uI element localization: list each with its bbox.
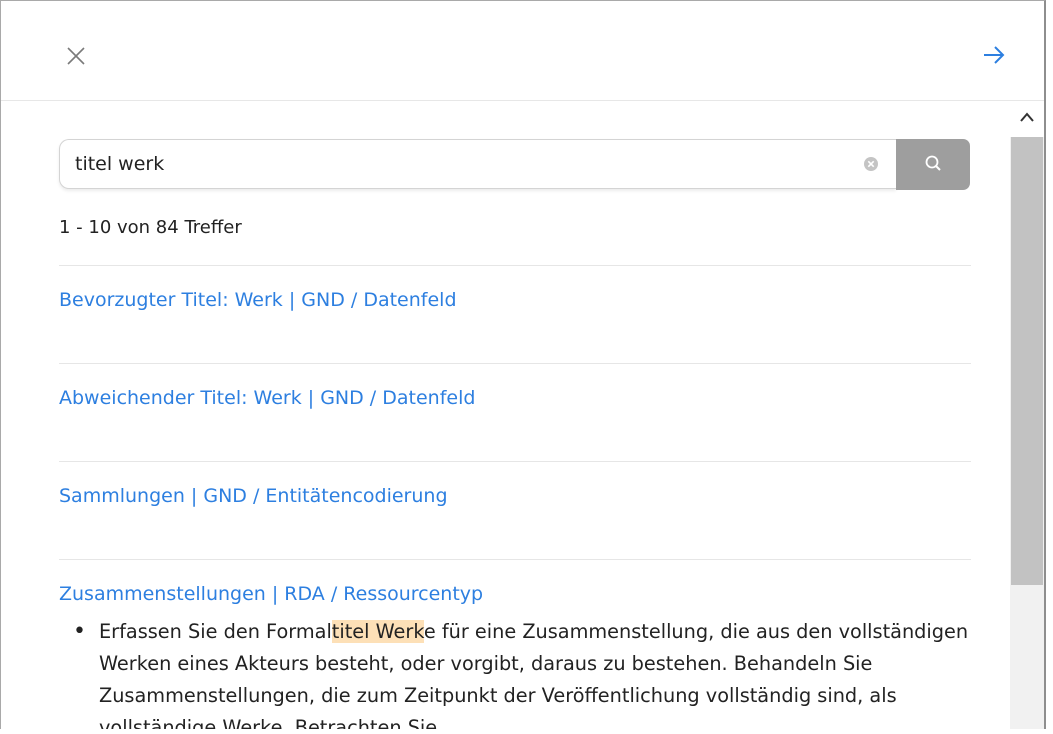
result-link[interactable]: Bevorzugter Titel: Werk | GND / Datenfel… xyxy=(59,289,457,311)
panel-header xyxy=(1,1,1044,101)
chevron-up-icon xyxy=(1020,112,1034,122)
result-link[interactable]: Sammlungen | GND / Entitätencodierung xyxy=(59,485,448,507)
result-snippet: • Erfassen Sie den Formaltitel Werke für … xyxy=(73,616,979,729)
bullet-icon: • xyxy=(73,619,86,644)
list-item: Zusammenstellungen | RDA / Ressourcentyp… xyxy=(59,559,971,729)
results-list: Bevorzugter Titel: Werk | GND / Datenfel… xyxy=(59,265,971,729)
scroll-track[interactable] xyxy=(1010,137,1044,729)
list-item: Sammlungen | GND / Entitätencodierung xyxy=(59,461,971,559)
result-link[interactable]: Zusammenstellungen | RDA / Ressourcentyp xyxy=(59,583,483,605)
search-button[interactable] xyxy=(896,139,970,190)
search-icon xyxy=(925,155,941,171)
arrow-right-icon xyxy=(984,46,1005,64)
scroll-thumb[interactable] xyxy=(1011,137,1043,585)
close-icon xyxy=(67,47,85,65)
result-link[interactable]: Abweichender Titel: Werk | GND / Datenfe… xyxy=(59,387,475,409)
search-panel: 1 - 10 von 84 Treffer Bevorzugter Titel:… xyxy=(0,0,1046,729)
list-item: Abweichender Titel: Werk | GND / Datenfe… xyxy=(59,363,971,461)
result-count: 1 - 10 von 84 Treffer xyxy=(59,217,242,238)
snippet-text: Erfassen Sie den Formal xyxy=(99,620,332,643)
clear-search-button[interactable] xyxy=(863,156,879,172)
forward-button[interactable] xyxy=(981,42,1007,68)
close-button[interactable] xyxy=(65,45,87,67)
search-input[interactable] xyxy=(59,139,896,189)
scroll-up-button[interactable] xyxy=(1010,101,1044,135)
search-highlight: titel Werk xyxy=(331,620,424,643)
clear-circle-icon xyxy=(864,157,878,171)
vertical-scrollbar[interactable] xyxy=(1010,101,1044,729)
search-bar xyxy=(59,139,970,191)
list-item: Bevorzugter Titel: Werk | GND / Datenfel… xyxy=(59,265,971,363)
results-content: 1 - 10 von 84 Treffer Bevorzugter Titel:… xyxy=(1,101,1009,729)
